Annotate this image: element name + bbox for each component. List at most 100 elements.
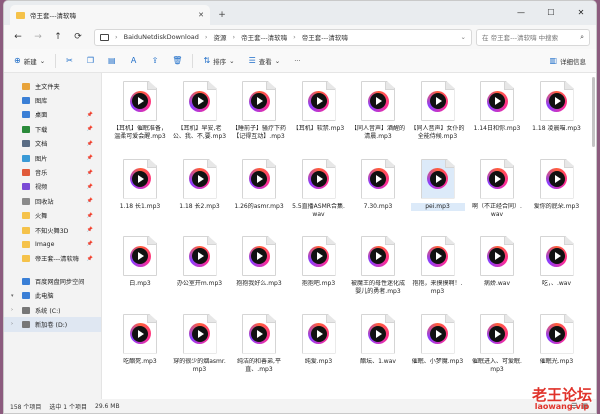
forward-arrow-icon[interactable]: → [30,29,46,45]
file-item[interactable]: 抱抱吧.mp3 [293,236,345,288]
file-item[interactable]: 【同人音声】女仆的全能侍候.mp3 [411,81,465,141]
sidebar-item[interactable]: 音乐 📌 [4,165,101,179]
file-item[interactable]: 【睡前子】骚疗下药【记得互动】.mp3 [232,81,286,141]
file-item[interactable]: 被魔王的母性迷化成婴儿的勇者.mp3 [351,236,405,296]
up-arrow-icon[interactable]: ↑ [50,29,66,45]
file-item[interactable]: 【耳机】早安,老公、我、不,要.mp3 [173,81,226,141]
share-button[interactable]: ⇪ [148,53,163,69]
expand-caret-icon[interactable]: › [11,307,13,313]
file-item[interactable]: 抱抱，来摸摸啊！.mp3 [412,236,464,296]
file-item[interactable]: 醋坛、1.wav [352,313,404,366]
pin-icon: 📌 [86,212,93,219]
breadcrumb-item[interactable]: 帝王套---清软嗨 [302,32,348,42]
file-item[interactable]: 1.18 长2.mp3 [174,158,226,211]
file-item[interactable]: 催眠、小梦魔.mp3 [412,313,464,366]
sidebar-item[interactable]: 帝王套---清软嗨 📌 [4,252,101,266]
file-item[interactable]: 1.18 长1.mp3 [114,158,166,211]
file-item[interactable]: 催眠光.mp3 [531,313,583,366]
file-item[interactable]: 【耳机】催眠准备，温柔可爱会醒.mp3 [113,81,167,141]
cut-button[interactable]: ✂ [62,53,77,69]
sidebar-item[interactable]: Image 📌 [4,237,101,251]
file-item[interactable]: 吃，、.wav [531,236,583,288]
file-item[interactable]: 7.30.mp3 [352,158,404,211]
file-item[interactable]: 白.mp3 [114,236,166,288]
status-bar: 158 个项目 选中 1 个项目 29.6 MB ☰ ▦ [4,399,596,413]
file-item[interactable]: 爱你的屁朵.mp3 [531,158,583,211]
view-button[interactable]: ☰ 查看 ⌄ [245,53,285,69]
file-item[interactable]: 办公室开m.mp3 [174,236,226,288]
file-item[interactable]: 吃醋死.mp3 [114,313,166,366]
sidebar-item[interactable]: 图片 📌 [4,151,101,165]
file-item[interactable]: 1.18 凌晨喵.mp3 [531,81,583,133]
file-item[interactable]: 1.14日和你.mp3 [471,81,523,133]
details-button[interactable]: ▥ 详细信息 [545,53,590,69]
breadcrumb-item[interactable]: BaiduNetdiskDownload [124,33,199,41]
expand-caret-icon[interactable]: › [11,321,13,327]
media-disc-icon [367,245,389,267]
play-icon [138,97,144,105]
sidebar-item[interactable]: 视频 📌 [4,180,101,194]
tab-close-icon[interactable]: ✕ [198,11,204,19]
audio-file-icon [420,158,455,199]
expand-caret-icon[interactable]: ▾ [11,293,14,299]
play-icon [197,252,204,260]
sidebar-item[interactable]: 主文件夹 [4,79,101,93]
vertical-scrollbar[interactable] [592,77,595,147]
sidebar-item[interactable]: › 系统 (C:) [4,303,101,317]
sidebar-item[interactable]: 桌面 📌 [4,108,101,122]
search-input[interactable]: 在 帝王套---清软嗨 中搜索 ⌕ [476,28,590,46]
file-item[interactable]: pei.mp3 [410,158,465,211]
back-arrow-icon[interactable]: ← [10,29,26,45]
file-item[interactable]: 纯洁的和善弟,平直、.mp3 [233,313,285,374]
sidebar-item[interactable]: 百度网盘同步空间 [4,274,101,288]
sort-button[interactable]: ⇅ 排序 ⌄ [199,53,238,69]
file-item[interactable]: 穿的很少的烟asmr.mp3 [173,313,226,374]
copy-button[interactable]: ❐ [83,53,98,69]
minimize-button[interactable]: — [506,1,536,23]
file-item[interactable]: 催眠进入、可爱眠.mp3 [471,313,523,374]
sidebar-item[interactable]: ▾ 此电脑 [4,288,101,302]
sidebar-item[interactable]: 下载 📌 [4,122,101,136]
sidebar-item[interactable]: › 新加卷 (D:) [4,317,101,332]
audio-file-icon [361,81,395,121]
address-bar-row: ← → ↑ ⟳ › BaiduNetdiskDownload › 资源 › 帝王… [4,25,596,49]
paste-button[interactable]: ▤ [104,53,120,69]
chevron-down-icon[interactable]: ⌄ [461,33,466,41]
breadcrumb[interactable]: › BaiduNetdiskDownload › 资源 › 帝王套---清软嗨 … [94,28,472,46]
maximize-button[interactable]: ☐ [536,1,566,23]
share-icon: ⇪ [151,56,159,65]
folder-icon [22,240,30,248]
refresh-icon[interactable]: ⟳ [70,29,86,45]
media-disc-icon [248,245,270,267]
sidebar-item[interactable]: 图库 [4,93,101,107]
close-button[interactable]: ✕ [566,1,596,23]
audio-file-icon [242,313,276,354]
sidebar-item[interactable]: 文档 📌 [4,137,101,151]
tab-current[interactable]: 帝王套---清软嗨 ✕ [10,5,210,25]
new-button[interactable]: ⊕ 新建 ⌄ [10,53,49,69]
file-item[interactable]: 【耳机】软禁.mp3 [293,81,345,133]
more-button[interactable]: ··· [290,53,304,69]
file-item[interactable]: 病娇.wav [471,236,523,288]
drive-icon [22,320,30,328]
folder-icon [16,11,25,19]
file-item[interactable]: 啊（不正经合同）.wav [471,158,523,219]
delete-button[interactable]: 🗑 [168,53,186,69]
play-icon [376,97,382,105]
file-item[interactable]: 1.26的asmr.mp3 [233,158,285,211]
sidebar-item[interactable]: 回收站 📌 [4,194,101,208]
file-item[interactable]: 抱抱我好么.mp3 [233,236,285,288]
audio-file-icon [301,313,336,354]
file-name: 7.30.mp3 [363,202,393,210]
sidebar-item[interactable]: 不知火舞3D 📌 [4,223,101,237]
file-item[interactable]: 纯爱.mp3 [293,313,345,366]
sidebar-item[interactable]: 火舞 📌 [4,209,101,223]
file-item[interactable]: 【同人音声】酒醒的清晨.mp3 [351,81,405,141]
rename-button[interactable]: Ａ [126,53,142,69]
new-tab-button[interactable]: + [214,7,230,23]
breadcrumb-item[interactable]: 帝王套---清软嗨 [241,32,287,42]
file-item[interactable]: 5.5直播ASMR合集.wav [292,158,345,219]
breadcrumb-item[interactable]: 资源 [214,32,227,42]
play-icon [316,174,323,183]
audio-file-icon [539,81,574,121]
